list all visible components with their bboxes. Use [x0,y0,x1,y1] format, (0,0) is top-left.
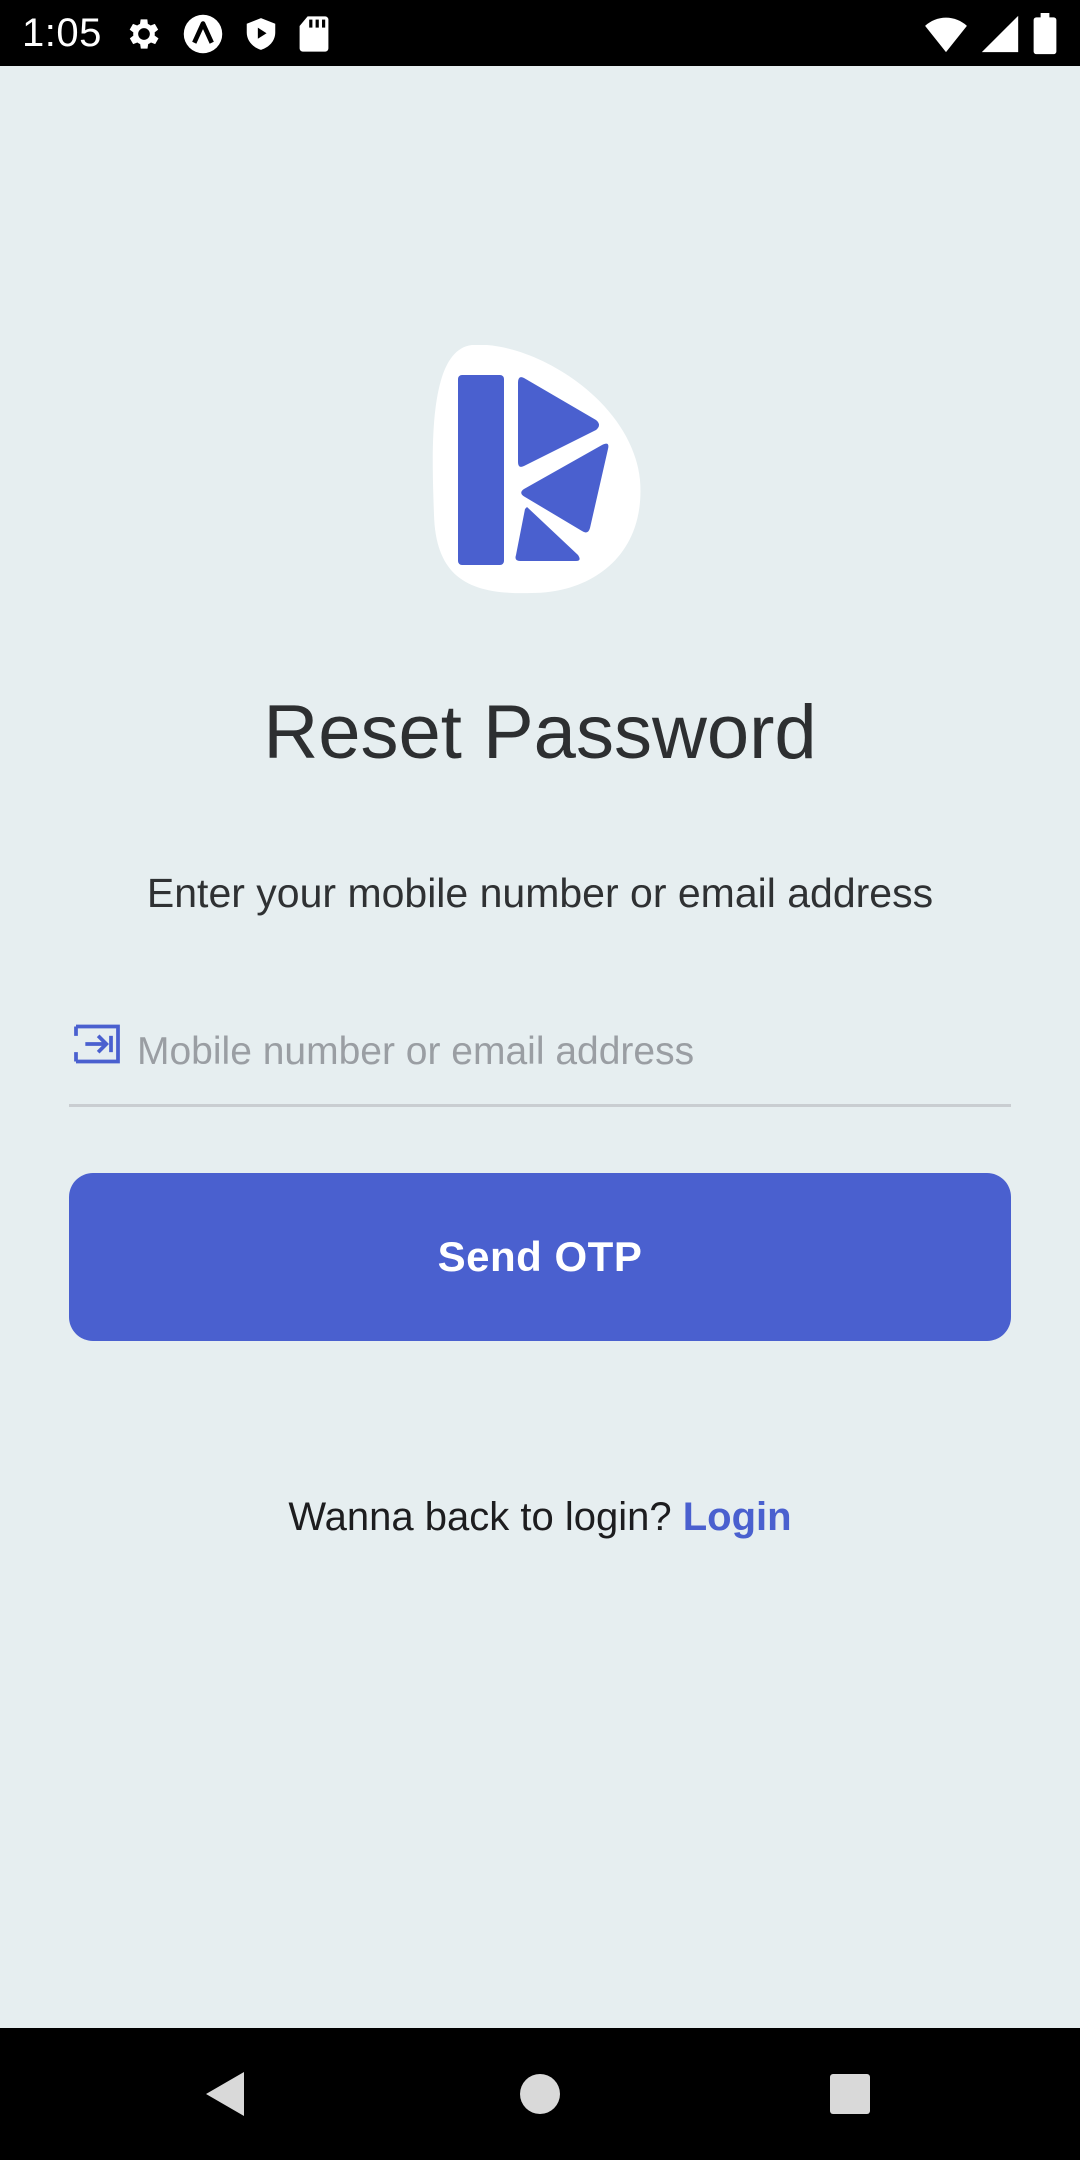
contact-input-row [69,1000,1011,1107]
page-subtitle: Enter your mobile number or email addres… [146,870,934,916]
settings-icon [124,14,164,54]
app-logo-icon [432,344,642,595]
signal-icon [980,14,1020,54]
page-title: Reset Password [263,690,817,775]
reset-password-screen: Reset Password Enter your mobile number … [0,66,1080,2028]
login-link[interactable]: Login [683,1495,792,1539]
wifi-icon [924,14,968,54]
sd-card-icon [298,14,330,54]
back-to-login-prompt: Wanna back to login? [288,1495,683,1539]
status-right-icons [924,13,1058,55]
home-icon[interactable] [510,2064,570,2124]
shield-play-icon [242,14,280,54]
navigation-bar [0,2028,1080,2160]
back-icon[interactable] [196,2064,256,2124]
send-otp-button[interactable]: Send OTP [69,1173,1011,1341]
mobile-or-email-input[interactable] [137,1012,1011,1092]
status-time: 1:05 [22,11,102,55]
app-a-icon [182,13,224,55]
status-left-icons [124,13,330,55]
battery-icon [1032,13,1058,55]
recents-icon[interactable] [820,2064,880,2124]
status-bar: 1:05 [0,0,1080,66]
login-arrow-icon [69,1016,125,1072]
back-to-login-row: Wanna back to login? Login [0,1492,1080,1542]
